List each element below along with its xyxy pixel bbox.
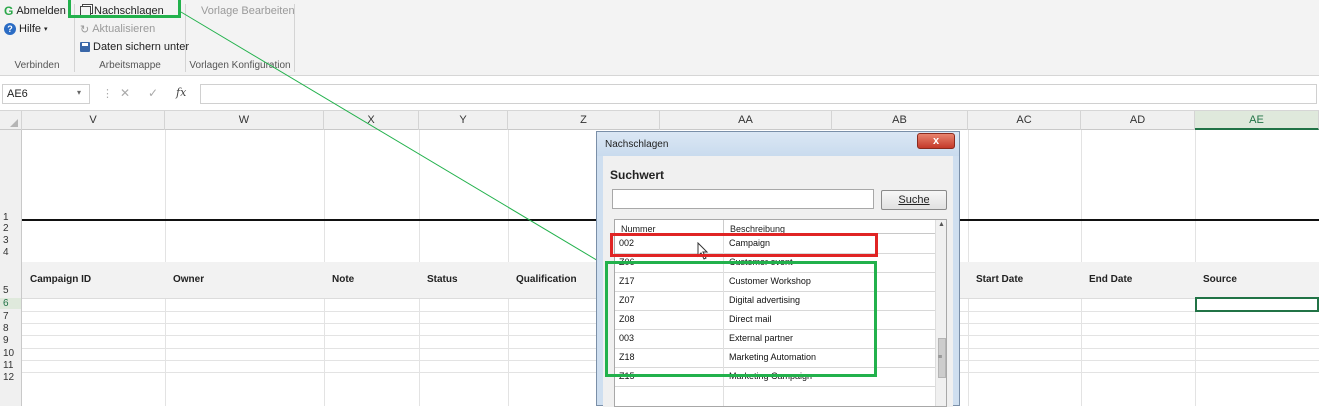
annotation-line	[180, 11, 611, 269]
highlight-green-box	[605, 261, 877, 377]
search-input[interactable]	[612, 189, 874, 209]
search-button[interactable]: Suche	[881, 190, 947, 210]
search-label: Suchwert	[610, 168, 665, 182]
highlight-red-box	[610, 233, 878, 257]
close-button[interactable]: x	[917, 133, 955, 149]
table-header: Nummer Beschreibung	[615, 220, 935, 234]
scroll-up-icon[interactable]: ▲	[938, 221, 945, 228]
col-divider	[723, 220, 724, 234]
scrollbar[interactable]: ▲ ≡	[935, 220, 946, 406]
dialog-titlebar[interactable]: Nachschlagen x	[597, 132, 959, 156]
grip-icon: ≡	[938, 354, 943, 361]
close-icon: x	[932, 135, 940, 147]
dialog-title: Nachschlagen	[605, 139, 669, 150]
